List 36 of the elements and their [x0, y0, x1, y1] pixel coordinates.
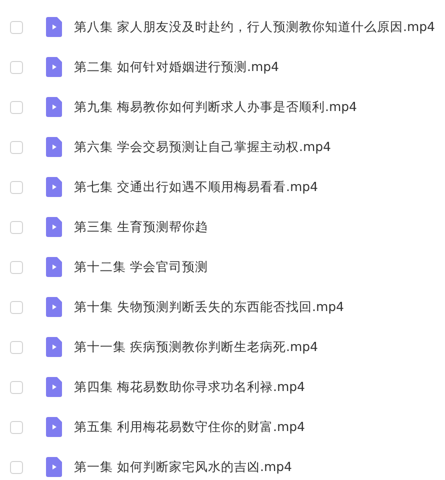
video-file-icon	[46, 297, 62, 317]
checkbox[interactable]	[10, 420, 23, 434]
file-name[interactable]: 第九集 梅易教你如何判断求人办事是否顺利.mp4	[74, 98, 358, 116]
video-file-icon	[46, 257, 62, 277]
checkbox[interactable]	[10, 460, 23, 474]
checkbox[interactable]	[10, 100, 23, 114]
checkbox[interactable]	[10, 260, 23, 274]
file-name[interactable]: 第十集 失物预测判断丢失的东西能否找回.mp4	[74, 298, 344, 316]
checkbox[interactable]	[10, 340, 23, 354]
checkbox[interactable]	[10, 300, 23, 314]
file-name[interactable]: 第五集 利用梅花易数守住你的财富.mp4	[74, 418, 306, 436]
video-file-icon	[46, 17, 62, 37]
file-name[interactable]: 第一集 如何判断家宅风水的吉凶.mp4	[74, 458, 292, 476]
file-name[interactable]: 第六集 学会交易预测让自己掌握主动权.mp4	[74, 138, 332, 156]
file-name[interactable]: 第十一集 疾病预测教你判断生老病死.mp4	[74, 338, 318, 356]
file-name[interactable]: 第二集 如何针对婚姻进行预测.mp4	[74, 58, 280, 76]
file-name[interactable]: 第三集 生育预测帮你趋	[74, 218, 208, 236]
video-file-icon	[46, 217, 62, 237]
video-file-icon	[46, 97, 62, 117]
checkbox[interactable]	[10, 180, 23, 194]
file-name[interactable]: 第七集 交通出行如遇不顺用梅易看看.mp4	[74, 178, 318, 196]
checkbox[interactable]	[10, 140, 23, 154]
video-file-icon	[46, 417, 62, 437]
file-name[interactable]: 第八集 家人朋友没及时赴约，行人预测教你知道什么原因.mp4	[74, 18, 436, 36]
checkbox[interactable]	[10, 20, 23, 34]
video-file-icon	[46, 457, 62, 477]
checkbox[interactable]	[10, 60, 23, 74]
video-file-icon	[46, 337, 62, 357]
checkbox[interactable]	[10, 220, 23, 234]
video-file-icon	[46, 377, 62, 397]
video-file-icon	[46, 177, 62, 197]
checkbox[interactable]	[10, 380, 23, 394]
video-file-icon	[46, 57, 62, 77]
file-name[interactable]: 第四集 梅花易数助你寻求功名利禄.mp4	[74, 378, 306, 396]
file-name[interactable]: 第十二集 学会官司预测	[74, 258, 208, 276]
video-file-icon	[46, 137, 62, 157]
